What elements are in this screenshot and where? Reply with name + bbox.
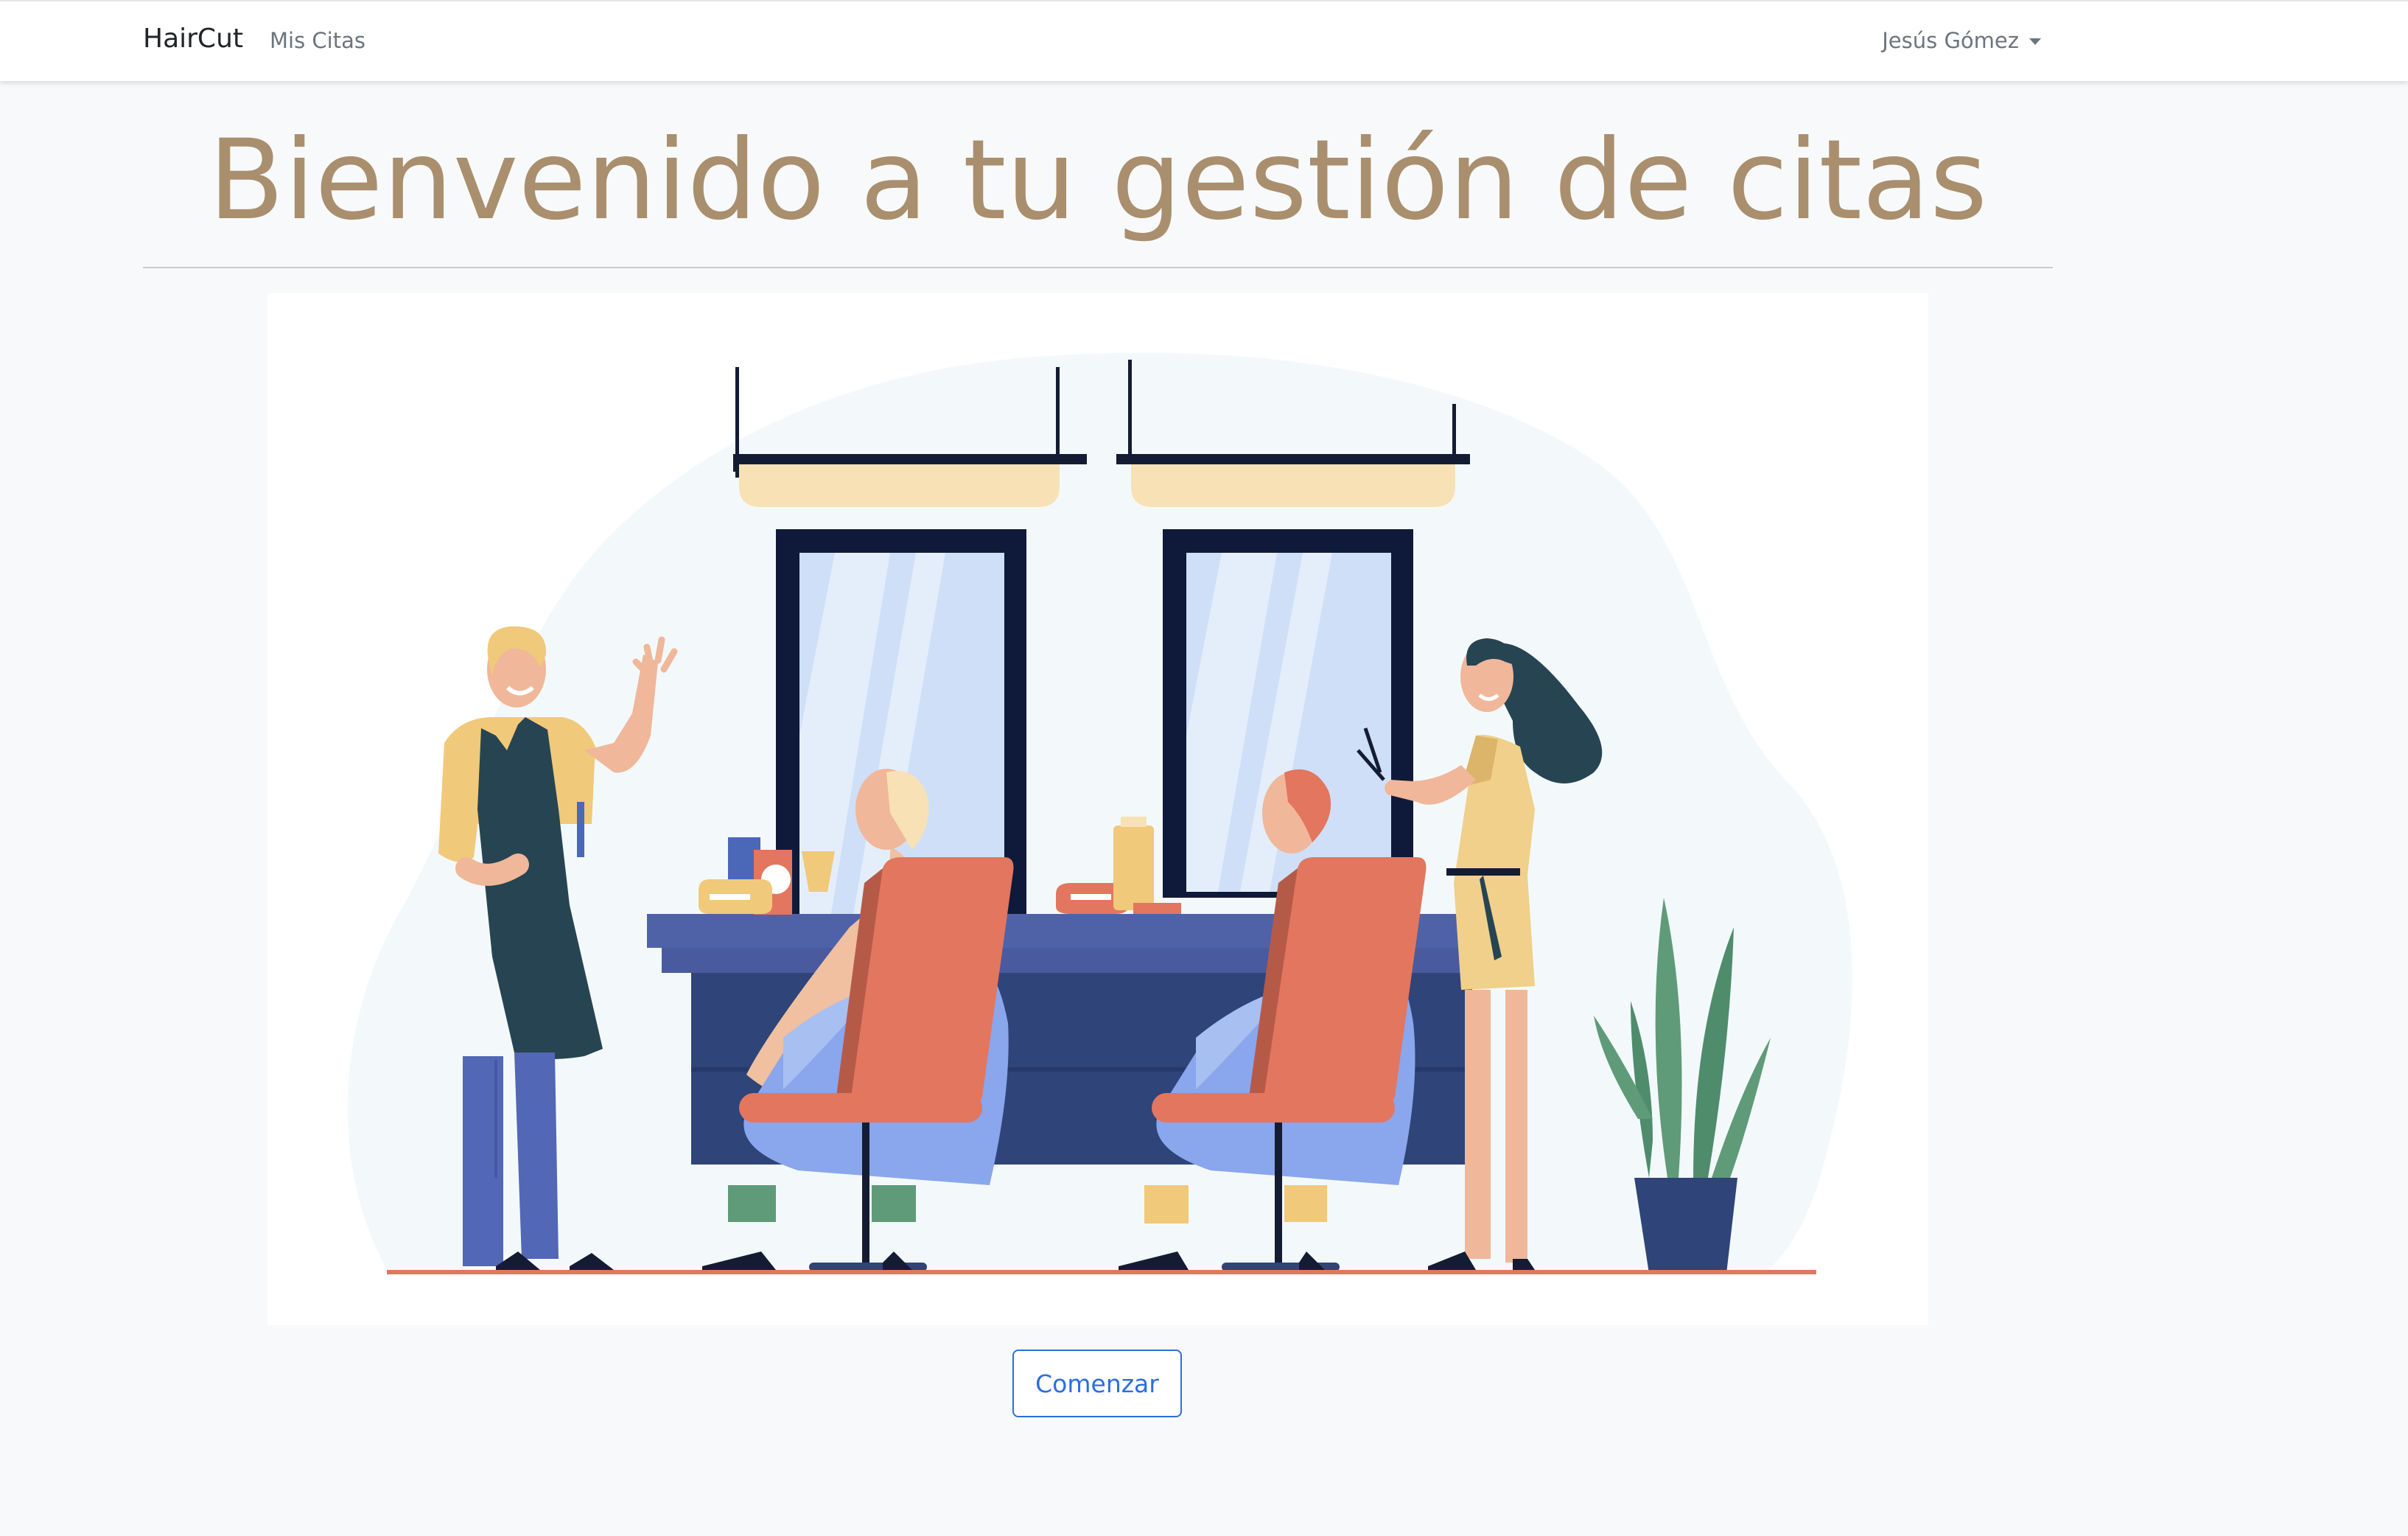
user-name: Jesús Gómez — [1882, 28, 2019, 53]
page-title: Bienvenido a tu gestión de citas — [208, 116, 1988, 245]
title-divider — [143, 267, 2053, 268]
nav-link-mis-citas[interactable]: Mis Citas — [270, 28, 365, 53]
hero-image-frame — [267, 293, 1928, 1325]
caret-down-icon — [2029, 38, 2041, 45]
barbershop-illustration — [347, 352, 1852, 1274]
brand-logo[interactable]: HairCut — [143, 24, 243, 54]
user-menu-dropdown[interactable]: Jesús Gómez — [1882, 28, 2041, 53]
top-navbar: HairCut Mis Citas Jesús Gómez — [0, 0, 2408, 81]
floor-line — [387, 1270, 1816, 1274]
start-button[interactable]: Comenzar — [1012, 1350, 1182, 1417]
